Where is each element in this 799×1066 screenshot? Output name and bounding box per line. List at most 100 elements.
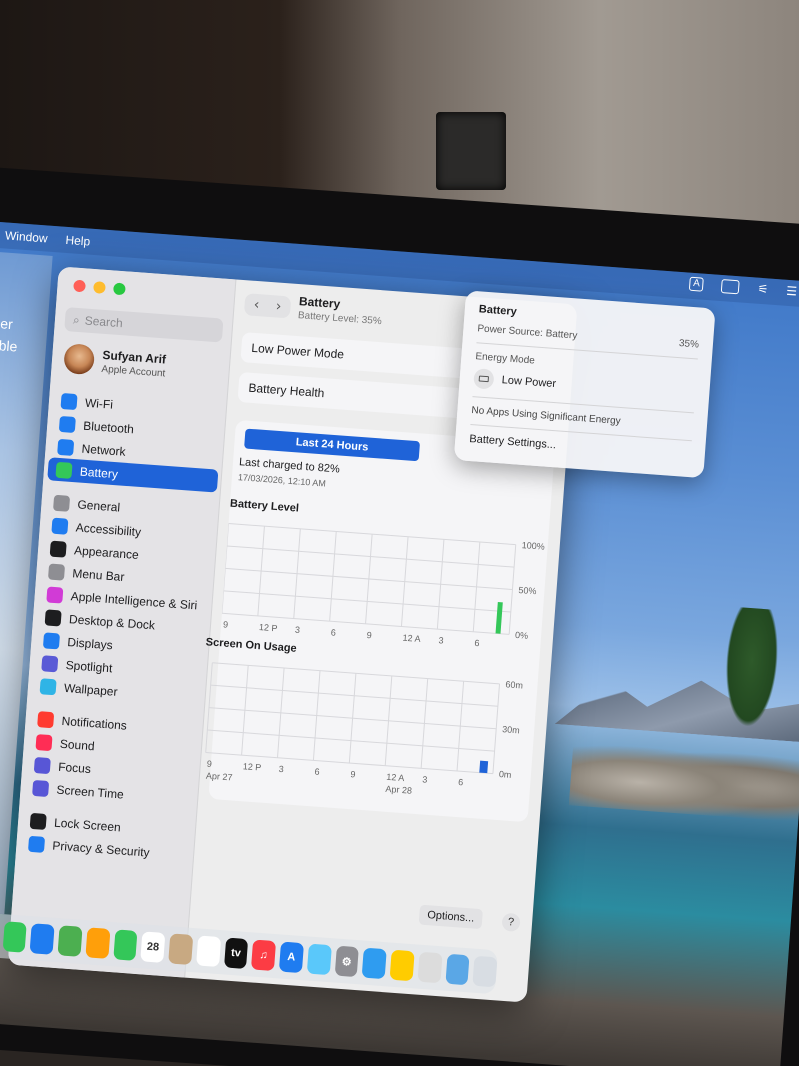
chart-grid bbox=[205, 662, 501, 775]
last-24-hours-button[interactable]: Last 24 Hours bbox=[244, 428, 421, 462]
sidebar-item-label: Displays bbox=[66, 634, 114, 652]
low-power-mode-label: Low Power Mode bbox=[250, 340, 345, 362]
sidebar-item-label: Lock Screen bbox=[53, 815, 122, 834]
sidebar-group: Wi-Fi Bluetooth Network Battery bbox=[47, 388, 223, 493]
x-tick-label: 3 bbox=[422, 774, 428, 784]
bluetooth-icon bbox=[58, 415, 76, 433]
reminders-icon[interactable] bbox=[195, 935, 221, 968]
gear-icon bbox=[53, 494, 71, 512]
battery-menu-popover: Battery Power Source: Battery 35% Energy… bbox=[453, 290, 716, 479]
siri-icon bbox=[46, 585, 64, 604]
displays-icon bbox=[42, 631, 61, 649]
x-tick-label: 3 bbox=[438, 635, 444, 645]
menu-help[interactable]: Help bbox=[65, 233, 91, 249]
sidebar-group: Lock Screen Privacy & Security bbox=[20, 808, 193, 866]
sidebar-item-label: Battery bbox=[79, 464, 119, 481]
contacts-icon[interactable] bbox=[168, 933, 194, 965]
profile-subtitle: Apple Account bbox=[101, 363, 166, 379]
search-field[interactable]: ⌕ Search bbox=[64, 307, 224, 343]
y-tick-label: 0m bbox=[499, 769, 512, 780]
wall-outlet bbox=[436, 112, 506, 190]
y-tick-label: 100% bbox=[521, 540, 545, 552]
low-power-icon bbox=[473, 368, 495, 390]
sidebar-item-label: Accessibility bbox=[75, 519, 142, 539]
battery-percent: 35% bbox=[678, 338, 700, 351]
x-tick-label: 9 bbox=[223, 619, 229, 629]
sound-icon bbox=[35, 733, 53, 751]
finder-icon[interactable] bbox=[361, 947, 387, 980]
wifi-status-icon[interactable]: ⚟ bbox=[757, 282, 769, 297]
last-charged-time: 17/03/2026, 12:10 AM bbox=[237, 472, 327, 489]
focus-icon bbox=[33, 756, 51, 774]
desktop-screen: Window Help A ⚟ ☰ her able ⌕ Search Sufy… bbox=[0, 222, 799, 1066]
x-tick-label: 12 A bbox=[402, 633, 421, 644]
x-tick-label: 9 bbox=[350, 769, 356, 779]
facetime-icon[interactable] bbox=[112, 929, 138, 961]
avatar bbox=[63, 343, 96, 376]
battery-level-title: Battery Level bbox=[229, 497, 300, 515]
search-icon: ⌕ bbox=[72, 312, 81, 327]
preview-icon[interactable] bbox=[306, 943, 332, 976]
messages-icon[interactable] bbox=[2, 921, 27, 953]
globe-icon bbox=[57, 438, 75, 456]
wallpaper-icon bbox=[39, 677, 57, 695]
sidebar-group: Notifications Sound Focus Screen Time bbox=[24, 707, 200, 811]
photos-icon[interactable] bbox=[85, 927, 111, 959]
sidebar-item-label: Appearance bbox=[73, 542, 140, 562]
x-tick-label: 3 bbox=[295, 625, 301, 635]
menu-bar-icon bbox=[47, 563, 66, 581]
control-center-icon[interactable]: ☰ bbox=[786, 284, 798, 299]
tv-icon[interactable]: tv bbox=[223, 937, 249, 970]
mail-icon[interactable] bbox=[29, 923, 55, 955]
date-label: Apr 27 bbox=[206, 771, 233, 783]
screen-time-icon bbox=[32, 779, 50, 797]
spotlight-icon bbox=[41, 654, 59, 672]
x-tick-label: 12 P bbox=[259, 622, 278, 633]
menu-window[interactable]: Window bbox=[5, 228, 49, 245]
sidebar-item-label: Notifications bbox=[61, 713, 128, 733]
music-icon[interactable]: ♫ bbox=[251, 939, 277, 972]
battery-level-chart: 100% 50% 0% 9 12 P 3 6 9 12 A 3 6 bbox=[221, 523, 545, 648]
appearance-icon bbox=[49, 540, 67, 558]
back-icon[interactable]: ‹ bbox=[248, 296, 265, 313]
power-source-label: Power Source: Battery bbox=[477, 323, 578, 342]
forward-icon[interactable]: › bbox=[270, 298, 287, 315]
bar bbox=[495, 601, 503, 634]
tips-icon[interactable] bbox=[389, 949, 415, 982]
maps-icon[interactable] bbox=[57, 925, 83, 957]
app-store-icon[interactable]: A bbox=[278, 941, 304, 974]
sidebar-item-label: Spotlight bbox=[65, 657, 113, 675]
grid-line bbox=[228, 523, 516, 546]
system-settings-icon[interactable]: ⚙ bbox=[334, 945, 360, 978]
x-tick-label: 9 bbox=[207, 759, 213, 769]
apple-account[interactable]: Sufyan Arif Apple Account bbox=[63, 343, 167, 380]
x-tick-label: 3 bbox=[278, 764, 284, 774]
battery-status-icon[interactable] bbox=[721, 279, 741, 295]
archive-icon[interactable] bbox=[417, 951, 443, 984]
x-tick-label: 6 bbox=[330, 627, 336, 637]
minimize-button[interactable] bbox=[93, 281, 106, 294]
widget-line-1: her bbox=[0, 314, 14, 333]
trash-icon[interactable] bbox=[472, 955, 498, 988]
help-button[interactable]: ? bbox=[501, 912, 521, 932]
battery-health-label: Battery Health bbox=[248, 380, 325, 401]
sidebar-item-label: Wi-Fi bbox=[84, 395, 114, 412]
sidebar-item-label: Sound bbox=[59, 736, 96, 753]
sidebar-item-label: Focus bbox=[57, 759, 92, 776]
wallpaper-tree bbox=[716, 606, 786, 741]
date-label: Apr 28 bbox=[385, 784, 412, 796]
lock-screen-icon bbox=[29, 812, 47, 830]
screen-on-usage-chart: 60m 30m 0m 9 12 P 3 6 9 12 A 3 6 Apr 27 Apr 28 bbox=[205, 662, 523, 796]
calendar-icon[interactable]: 28 bbox=[140, 931, 166, 963]
zoom-button[interactable] bbox=[112, 282, 126, 296]
x-tick-label: 12 P bbox=[242, 761, 261, 772]
x-tick-label: 6 bbox=[314, 767, 320, 777]
sidebar-item-label: General bbox=[77, 496, 121, 515]
downloads-icon[interactable] bbox=[444, 953, 470, 986]
options-button[interactable]: Options... bbox=[418, 904, 483, 930]
x-tick-label: 9 bbox=[366, 630, 372, 640]
input-source-icon[interactable]: A bbox=[688, 276, 705, 292]
close-button[interactable] bbox=[73, 279, 86, 293]
sidebar-group: General Accessibility Appearance Menu Bar Ap… bbox=[31, 490, 216, 709]
widget-line-2: able bbox=[0, 336, 18, 355]
